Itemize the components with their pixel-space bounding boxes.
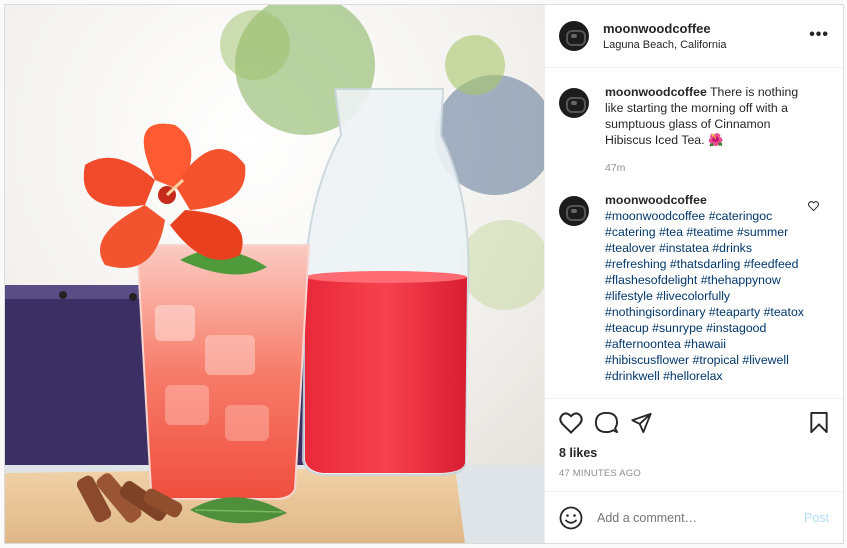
post-sidebar: moonwoodcoffee Laguna Beach, California …: [544, 5, 843, 543]
iced-tea-photo: [5, 5, 544, 543]
comment-like-heart-icon[interactable]: [808, 200, 819, 214]
comment-item: moonwoodcoffee #moonwoodcoffee #catering…: [559, 192, 827, 384]
more-options-icon[interactable]: •••: [809, 27, 829, 43]
comment-username[interactable]: moonwoodcoffee: [605, 192, 805, 208]
avatar[interactable]: [559, 196, 589, 226]
heart-icon[interactable]: [559, 411, 583, 434]
caption: moonwoodcoffee There is nothing like sta…: [559, 84, 827, 176]
comments-list[interactable]: moonwoodcoffee There is nothing like sta…: [545, 68, 843, 398]
likes-count[interactable]: 8 likes: [545, 446, 843, 460]
paper-plane-icon[interactable]: [630, 412, 653, 434]
post-timestamp[interactable]: 47 MINUTES AGO: [545, 460, 843, 479]
header-text: moonwoodcoffee Laguna Beach, California: [603, 21, 727, 51]
action-bar: [545, 398, 843, 446]
post-comment-button[interactable]: Post: [804, 511, 829, 525]
avatar[interactable]: [559, 88, 589, 118]
post-photo[interactable]: [5, 5, 544, 543]
comment-input[interactable]: [597, 510, 804, 525]
instagram-post: moonwoodcoffee Laguna Beach, California …: [4, 4, 844, 544]
caption-username[interactable]: moonwoodcoffee: [605, 85, 707, 99]
comment-bubble-icon[interactable]: [595, 411, 618, 434]
comment-body: moonwoodcoffee #moonwoodcoffee #catering…: [605, 192, 805, 384]
post-header: moonwoodcoffee Laguna Beach, California …: [545, 5, 843, 68]
smiley-icon[interactable]: [559, 506, 583, 530]
add-comment-bar: Post: [545, 491, 843, 543]
comment-hashtags[interactable]: #moonwoodcoffee #cateringoc #catering #t…: [605, 208, 805, 384]
header-location[interactable]: Laguna Beach, California: [603, 39, 727, 51]
avatar[interactable]: [559, 21, 589, 51]
bookmark-icon[interactable]: [809, 411, 829, 434]
caption-body: moonwoodcoffee There is nothing like sta…: [605, 84, 805, 176]
header-username[interactable]: moonwoodcoffee: [603, 21, 727, 36]
caption-time[interactable]: 47m: [605, 160, 805, 176]
